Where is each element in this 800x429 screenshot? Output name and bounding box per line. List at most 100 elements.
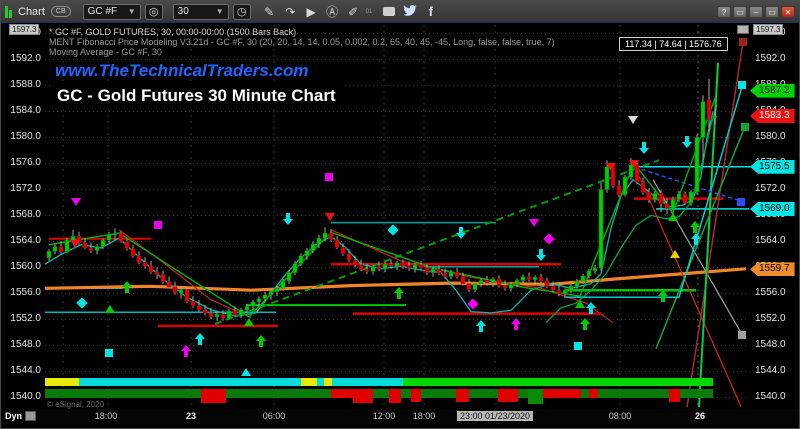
time-template-icon [25, 411, 36, 421]
signal-diamond-marker [76, 297, 87, 308]
candle-up [395, 263, 399, 266]
signal-square-marker [739, 38, 747, 46]
signal-stripe-row2 [421, 389, 456, 398]
candle-up [287, 273, 291, 281]
candle-up [413, 265, 417, 268]
price-tick-left: 1548.0 [1, 340, 41, 350]
price-flag: 1569.0 [750, 202, 795, 216]
signal-arr-up-marker [511, 318, 521, 330]
candle-up [71, 236, 75, 240]
signal-square-marker [574, 342, 582, 350]
candle-down [539, 277, 543, 281]
candle-up [653, 193, 657, 200]
price-tick-left: 1576.0 [1, 158, 41, 168]
price-tick-right: 1544.0 [755, 366, 786, 376]
time-settings-button[interactable]: ◷ [233, 4, 251, 20]
signal-stripe-row1 [332, 378, 403, 386]
signal-diamond-marker [387, 224, 398, 235]
candle-up [281, 281, 285, 288]
candle-down [83, 243, 87, 248]
signal-stripe-row1 [79, 378, 301, 386]
candle-down [89, 248, 93, 251]
app-logo-icon [5, 6, 12, 18]
candle-up [671, 199, 675, 208]
facebook-share-button[interactable]: f [422, 4, 439, 19]
twitter-share-button[interactable] [401, 5, 418, 19]
candle-down [455, 272, 459, 277]
redo-tool-button[interactable]: ↷ [282, 5, 299, 19]
window-controls: ? ▭ – ▭ ✕ [717, 6, 795, 18]
candle-up [269, 292, 273, 295]
last-price-chip-left: 1597.3 [9, 24, 39, 35]
candle-down [137, 256, 141, 262]
price-tick-left: 1584.0 [1, 106, 41, 116]
app-title: Chart [18, 6, 45, 18]
candle-down [173, 287, 177, 293]
watermark-url: www.TheTechnicalTraders.com [55, 61, 309, 81]
signal-stripe-row2 [589, 389, 598, 398]
time-label: 12:00 [373, 411, 396, 421]
copyright-label: © eSignal, 2020 [47, 400, 104, 409]
candle-down [545, 281, 549, 286]
interval-select[interactable]: 30 ▼ [173, 4, 229, 20]
candle-up [713, 116, 717, 117]
candle-up [509, 284, 513, 288]
annotation-button[interactable]: Ⓐ [324, 3, 341, 20]
maximize-button[interactable]: ▭ [765, 6, 779, 18]
signal-stripe-row2 [543, 389, 581, 398]
last-price-chip-right: 1597.3 [753, 24, 783, 35]
help-button[interactable]: ? [717, 6, 731, 18]
price-tick-left: 1552.0 [1, 314, 41, 324]
signal-stripe-row2 [389, 389, 401, 403]
close-button[interactable]: ✕ [781, 6, 795, 18]
signal-arr-up-marker [658, 290, 668, 302]
signal-stripe-row2 [528, 389, 543, 404]
time-label: 06:00 [263, 411, 286, 421]
restore-button[interactable]: ▭ [733, 6, 747, 18]
candle-down [401, 263, 405, 266]
candle-down [635, 165, 639, 183]
chart-window: Chart CB GC #F ▼ ◎ 30 ▼ ◷ ✎ ↷ ▶ Ⓐ ✐ 01 f… [0, 0, 800, 429]
price-tick-left: 1568.0 [1, 210, 41, 220]
candle-down [233, 311, 237, 315]
time-label: 18:00 [413, 411, 436, 421]
symbol-lookup-button[interactable]: ◎ [145, 4, 163, 20]
symbol-value: GC #F [88, 6, 117, 17]
toolbar: Chart CB GC #F ▼ ◎ 30 ▼ ◷ ✎ ↷ ▶ Ⓐ ✐ 01 f… [1, 1, 799, 23]
candle-down [341, 247, 345, 254]
price-plot[interactable] [1, 23, 799, 425]
fib-info-box: 117.34 | 74.64 | 1576.76 [619, 37, 728, 51]
candle-down [659, 193, 663, 203]
highlighter-button[interactable]: ✐ [345, 5, 362, 19]
signal-stripe-row1 [324, 378, 332, 386]
signal-tri-down-marker [325, 213, 335, 221]
draw-tool-button[interactable]: ✎ [261, 5, 278, 19]
minimize-button[interactable]: – [749, 6, 763, 18]
candle-down [329, 233, 333, 240]
gray-projection-line [653, 180, 742, 335]
chat-button[interactable] [380, 5, 397, 19]
time-axis[interactable]: Dyn 18:002306:0012:0018:0023:00 01/23/20… [1, 409, 799, 425]
red-trailing-stop-1 [119, 230, 251, 318]
dyn-scale-control[interactable]: Dyn [5, 411, 36, 421]
candle-down [389, 264, 393, 266]
candle-down [497, 279, 501, 286]
candle-down [425, 268, 429, 273]
signal-square-marker [105, 349, 113, 357]
time-label-session-chip: 23:00 01/23/2020 [457, 411, 533, 421]
fib-study-legend-line: MENT Fibonacci Price Modeling V3.21d - G… [49, 37, 555, 47]
signal-stripe-row2 [201, 389, 226, 403]
price-tick-left: 1560.0 [1, 262, 41, 272]
candle-up [629, 165, 633, 177]
price-flag: 1559.7 [750, 262, 795, 276]
symbol-select[interactable]: GC #F ▼ [83, 4, 141, 20]
candle-down [167, 282, 171, 287]
panel-expand-icon[interactable] [737, 25, 749, 34]
candle-up [299, 256, 303, 264]
replay-button[interactable]: ▶ [303, 5, 320, 19]
candle-down [119, 234, 123, 242]
candle-down [143, 262, 147, 266]
candle-up [305, 251, 309, 256]
signal-stripe-row1 [317, 378, 324, 386]
candle-down [221, 314, 225, 318]
